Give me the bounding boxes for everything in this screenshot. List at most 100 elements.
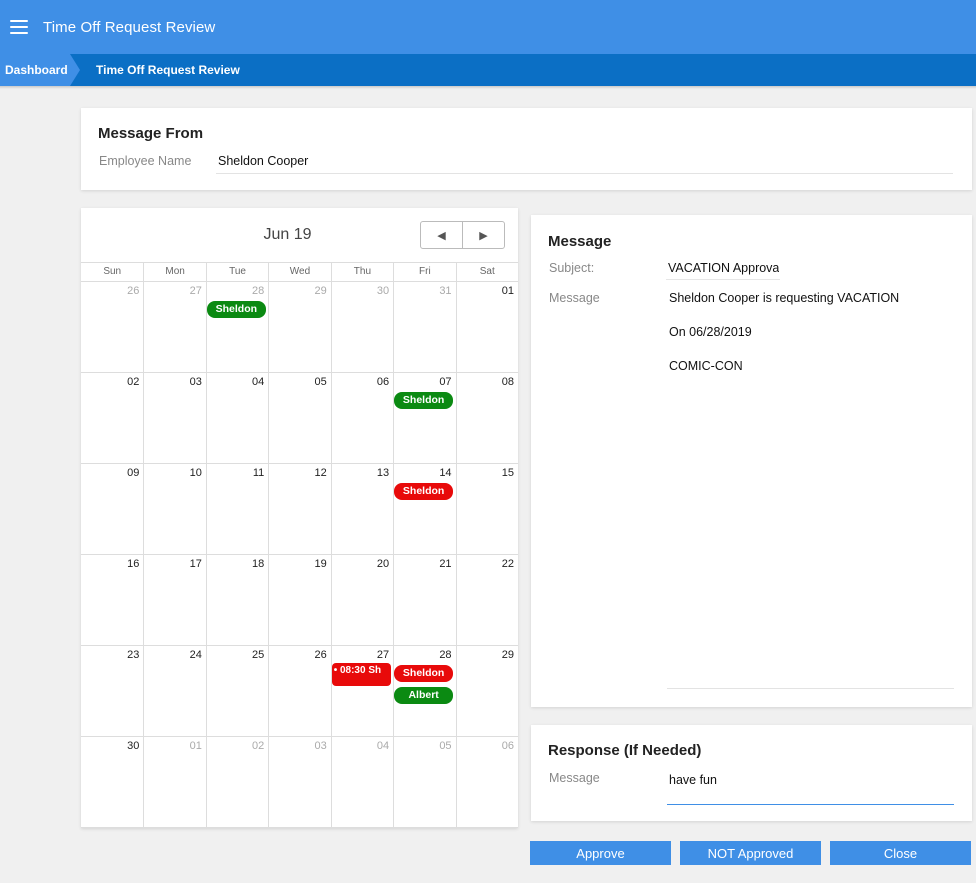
calendar-event[interactable]: Sheldon bbox=[394, 483, 454, 500]
calendar-day[interactable]: 17 bbox=[143, 555, 206, 646]
day-number: 03 bbox=[189, 376, 202, 388]
calendar-grid: 26 27 28 Sheldon 29 30 31 01 02 03 04 05 06 07 Sheldon… bbox=[81, 282, 518, 828]
calendar-day[interactable]: 29 bbox=[455, 646, 518, 737]
calendar-event[interactable]: Sheldon bbox=[394, 665, 454, 682]
calendar-day[interactable]: 26 bbox=[81, 282, 144, 373]
calendar-day[interactable]: 28 Sheldon bbox=[205, 282, 269, 373]
weekday-label: Sat bbox=[455, 263, 518, 281]
breadcrumb-current: Time Off Request Review bbox=[96, 63, 240, 77]
calendar-day[interactable]: 23 bbox=[81, 646, 144, 737]
calendar-card: Jun 19 ◀ ▶ Sun Mon Tue Wed Thu Fri Sat 26 27 28 S… bbox=[81, 208, 518, 828]
prev-month-button[interactable]: ◀ bbox=[421, 222, 462, 248]
calendar-day[interactable]: 04 bbox=[205, 373, 269, 464]
app-title: Time Off Request Review bbox=[43, 18, 216, 36]
message-from-card: Message From Employee Name Sheldon Coope… bbox=[81, 108, 972, 190]
calendar-event[interactable]: Albert bbox=[394, 687, 454, 704]
calendar-day[interactable]: 12 bbox=[268, 464, 331, 555]
calendar-weekday-header: Sun Mon Tue Wed Thu Fri Sat bbox=[81, 262, 518, 282]
day-number: 05 bbox=[314, 376, 327, 388]
day-number: 02 bbox=[127, 376, 140, 388]
calendar-event[interactable]: • 08:30 Sh bbox=[331, 663, 391, 686]
day-number: 28 bbox=[439, 649, 452, 661]
calendar-day[interactable]: 05 bbox=[268, 373, 331, 464]
day-number: 23 bbox=[127, 649, 140, 661]
message-line: Sheldon Cooper is requesting VACATION bbox=[669, 291, 900, 305]
message-body: Sheldon Cooper is requesting VACATION On… bbox=[669, 291, 899, 393]
day-number: 22 bbox=[501, 558, 514, 570]
calendar-day[interactable]: 13 bbox=[330, 464, 394, 555]
day-number: 05 bbox=[439, 740, 452, 752]
calendar-day[interactable]: 26 bbox=[268, 646, 331, 737]
employee-name-underline bbox=[216, 173, 953, 174]
calendar-day[interactable]: 07 Sheldon bbox=[393, 373, 456, 464]
calendar-day[interactable]: 02 bbox=[205, 737, 269, 828]
day-number: 31 bbox=[439, 285, 452, 297]
day-number: 26 bbox=[314, 649, 327, 661]
not-approved-button[interactable]: NOT Approved bbox=[680, 841, 821, 865]
close-button[interactable]: Close bbox=[830, 841, 971, 865]
approve-button[interactable]: Approve bbox=[530, 841, 671, 865]
calendar-day[interactable]: 16 bbox=[81, 555, 144, 646]
day-number: 04 bbox=[252, 376, 265, 388]
next-month-button[interactable]: ▶ bbox=[462, 222, 504, 248]
subject-label: Subject: bbox=[549, 261, 595, 275]
calendar-day[interactable]: 19 bbox=[268, 555, 331, 646]
day-number: 14 bbox=[439, 467, 452, 479]
day-number: 08 bbox=[501, 376, 514, 388]
calendar-day[interactable]: 27 • 08:30 Sh bbox=[330, 646, 394, 737]
employee-name-value: Sheldon Cooper bbox=[218, 154, 309, 168]
day-number: 12 bbox=[314, 467, 327, 479]
calendar-day[interactable]: 10 bbox=[143, 464, 206, 555]
calendar-day[interactable]: 27 bbox=[143, 282, 206, 373]
day-number: 02 bbox=[252, 740, 265, 752]
calendar-event[interactable]: Sheldon bbox=[394, 392, 454, 409]
calendar-day[interactable]: 24 bbox=[143, 646, 206, 737]
calendar-event[interactable]: Sheldon bbox=[206, 301, 266, 318]
day-number: 29 bbox=[314, 285, 327, 297]
calendar-day[interactable]: 03 bbox=[143, 373, 206, 464]
calendar-day[interactable]: 09 bbox=[81, 464, 144, 555]
day-number: 29 bbox=[501, 649, 514, 661]
calendar-day[interactable]: 29 bbox=[268, 282, 331, 373]
day-number: 10 bbox=[189, 467, 202, 479]
day-number: 19 bbox=[314, 558, 327, 570]
subject-underline bbox=[666, 279, 780, 280]
calendar-day[interactable]: 18 bbox=[205, 555, 269, 646]
calendar-day[interactable]: 20 bbox=[330, 555, 394, 646]
response-message-input[interactable] bbox=[667, 765, 954, 805]
day-number: 25 bbox=[252, 649, 265, 661]
app-header: Time Off Request Review bbox=[0, 0, 976, 54]
calendar-day[interactable]: 06 bbox=[330, 373, 394, 464]
calendar-day[interactable]: 21 bbox=[393, 555, 456, 646]
calendar-day[interactable]: 14 Sheldon bbox=[393, 464, 456, 555]
calendar-day[interactable]: 25 bbox=[205, 646, 269, 737]
calendar-day[interactable]: 31 bbox=[393, 282, 456, 373]
breadcrumb: Dashboard Time Off Request Review bbox=[0, 54, 976, 86]
message-card: Message Subject: VACATION Approval Messa… bbox=[531, 215, 972, 707]
calendar-day[interactable]: 30 bbox=[81, 737, 144, 828]
calendar-day[interactable]: 02 bbox=[81, 373, 144, 464]
day-number: 17 bbox=[189, 558, 202, 570]
breadcrumb-dashboard[interactable]: Dashboard bbox=[0, 54, 80, 86]
calendar-day[interactable]: 11 bbox=[205, 464, 269, 555]
calendar-day[interactable]: 06 bbox=[455, 737, 518, 828]
day-number: 18 bbox=[252, 558, 265, 570]
day-number: 16 bbox=[127, 558, 140, 570]
calendar-day[interactable]: 30 bbox=[330, 282, 394, 373]
day-number: 07 bbox=[439, 376, 452, 388]
day-number: 26 bbox=[127, 285, 140, 297]
calendar-day[interactable]: 28 Sheldon Albert bbox=[393, 646, 456, 737]
calendar-day[interactable]: 05 bbox=[393, 737, 456, 828]
day-number: 06 bbox=[376, 376, 390, 388]
hamburger-menu-icon[interactable] bbox=[10, 20, 28, 34]
calendar-day[interactable]: 08 bbox=[455, 373, 518, 464]
calendar-day[interactable]: 01 bbox=[455, 282, 518, 373]
message-underline bbox=[667, 688, 954, 689]
calendar-day[interactable]: 04 bbox=[330, 737, 394, 828]
employee-name-label: Employee Name bbox=[99, 154, 192, 168]
calendar-day[interactable]: 03 bbox=[268, 737, 331, 828]
calendar-day[interactable]: 15 bbox=[455, 464, 518, 555]
triangle-right-icon: ▶ bbox=[479, 229, 488, 242]
calendar-day[interactable]: 01 bbox=[143, 737, 206, 828]
calendar-day[interactable]: 22 bbox=[455, 555, 518, 646]
